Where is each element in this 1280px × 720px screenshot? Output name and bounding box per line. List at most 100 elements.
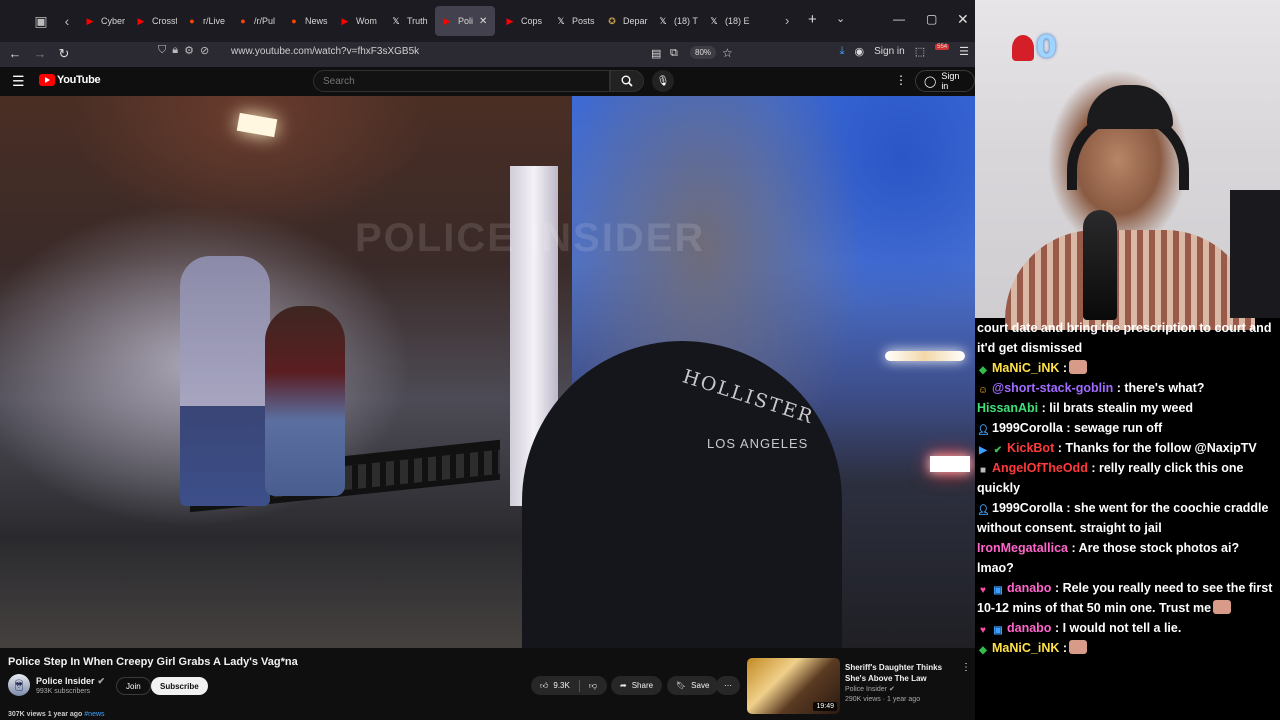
zoom-level[interactable]: 80% [690,46,717,59]
chat-message: ♥ ▣ danabo : Rele you really need to see t… [977,578,1278,618]
reddit-icon: ● [189,16,195,26]
subscribe-button[interactable]: Subscribe [151,677,208,695]
browser-tab[interactable]: ● r/Live [180,6,228,36]
list-tabs-icon[interactable]: ⌄ [836,12,845,25]
browser-signin[interactable]: Sign in [874,46,905,57]
youtube-header: ☰ YouTube 🎙︎ ⋮ ◯ Sign in [0,67,975,96]
scroll-tabs-left-icon[interactable]: ‹ [56,10,78,32]
tab-label: /r/Pul [254,16,276,26]
tab-label: Cops [521,16,543,26]
browser-tab[interactable]: ▶ Wom [333,6,381,36]
menu-icon[interactable]: ☰ [959,45,969,58]
chat-text: : lil brats stealin my weed [1041,401,1194,415]
chat-username[interactable]: KickBot [1007,441,1054,455]
reddit-icon: ● [240,16,246,26]
video-watermark: POLICE INSIDER [355,216,706,260]
share-button[interactable]: ➦ Share [611,676,663,695]
channel-name[interactable]: Police Insider ✔ [36,676,105,687]
video-player[interactable]: HOLLISTER LOS ANGELES POLICE INSIDER [0,96,975,648]
views-text: 307K views 1 year ago [8,711,83,718]
lock-icon[interactable]: 🔒︎ [172,44,178,57]
chat-username[interactable]: MaNiC_iNK [992,361,1059,375]
youtube-icon: ▶ [506,15,514,26]
recommended-channel[interactable]: Police Insider ✔ [845,685,895,693]
more-actions-button[interactable]: ⋯ [716,676,740,695]
hashtag-link[interactable]: #news [84,711,104,718]
chat-username[interactable]: 1999Corolla [992,501,1063,515]
youtube-logo[interactable]: YouTube [39,74,101,86]
download-icon[interactable]: ⤓ [840,45,845,58]
guide-menu-icon[interactable]: ☰ [12,73,25,90]
browser-tab[interactable]: ● /r/Pul [231,6,279,36]
voice-search-button[interactable]: 🎙︎ [652,70,674,92]
recommended-menu-icon[interactable]: ⋮ [961,662,971,673]
permissions-icon[interactable]: ⚙︎ [184,44,194,57]
close-window-icon[interactable]: ✕ [957,11,969,28]
url-field[interactable]: www.youtube.com/watch?v=fhxF3sXGB5k [231,46,419,57]
browser-tab[interactable]: ▶ Poli ✕ [435,6,495,36]
heart-icon: ♥ [980,625,986,636]
youtube-signin-button[interactable]: ◯ Sign in [915,70,975,92]
signin-label: Sign in [941,71,960,91]
chat-message: ■ AngelOfTheOdd : relly really click this… [977,458,1278,498]
recommended-duration: 19:49 [813,702,837,711]
minimize-icon[interactable]: — [893,12,905,26]
browser-tab[interactable]: ✪ Depar [600,6,648,36]
chat-username[interactable]: IronMegatallica [977,541,1068,555]
reader-view-icon[interactable]: ▤ [651,47,661,60]
search-box [313,70,610,92]
like-dislike-group: 👍︎ 9.3K 👎︎ [531,676,607,695]
tab-label: Wom [356,16,377,26]
reload-icon[interactable]: ↻ [52,46,76,62]
chat-username[interactable]: danabo [1007,621,1051,635]
viewer-counter: 0 [1012,30,1057,65]
maximize-icon[interactable]: ▢ [926,12,937,26]
chat-username[interactable]: AngelOfTheOdd [992,461,1088,475]
chat-username[interactable]: 1999Corolla [992,421,1063,435]
browser-tab[interactable]: 𝕏 (18) E [702,6,750,36]
chat-username[interactable]: HissanAbi [977,401,1038,415]
forward-icon[interactable]: → [28,46,52,61]
back-icon[interactable]: ← [3,46,27,61]
browser-tab[interactable]: 𝕏 Truth [384,6,432,36]
shield-icon[interactable]: ⛉ [158,44,166,57]
pip-icon[interactable]: ⧉ [670,47,678,60]
browser-tab[interactable]: ▶ Cops [498,6,546,36]
channel-avatar[interactable]: 👮︎ [8,674,30,696]
scroll-tabs-right-icon[interactable]: › [785,13,789,28]
subscriber-count: 993K subscribers [36,688,91,695]
tab-label: News [305,16,328,26]
search-input[interactable] [314,71,609,92]
youtube-icon: ▶ [86,15,94,26]
camera-blocked-icon[interactable]: ⊘ [200,44,209,57]
recommended-title[interactable]: Sheriff's Daughter Thinks She's Above Th… [845,662,960,684]
new-tab-icon[interactable]: + [808,11,817,28]
tab-label: Crossf [152,16,177,26]
browser-tab[interactable]: ● News [282,6,330,36]
url-security-icons: ⛉ 🔒︎ ⚙︎ ⊘ [158,44,209,57]
chat-username[interactable]: @short-stack-goblin [992,381,1113,395]
recommended-thumbnail[interactable]: 19:49 [747,658,840,714]
browser-tab[interactable]: ▶ Crossf [129,6,177,36]
browser-tab[interactable]: 𝕏 (18) T [651,6,699,36]
browser-tab[interactable]: ▶ Cyber [78,6,126,36]
recommended-meta: 290K views · 1 year ago [845,696,921,703]
save-button[interactable]: 🔖︎ Save [667,676,719,695]
settings-kebab-icon[interactable]: ⋮ [895,73,907,87]
chat-username[interactable]: MaNiC_iNK [992,641,1059,655]
bookmark-star-icon[interactable]: ☆ [722,46,733,60]
like-icon[interactable]: 👍︎ [540,681,548,691]
close-tab-icon[interactable]: ✕ [479,16,487,27]
extensions-icon[interactable]: ⬚ [915,45,925,58]
search-button[interactable] [610,70,644,92]
account-icon[interactable]: ◉ [855,45,865,58]
browser-tab[interactable]: 𝕏 Posts [549,6,597,36]
diamond-icon: ◆ [979,365,987,376]
more-icon: ⋯ [724,681,732,690]
like-count[interactable]: 9.3K [553,681,569,690]
chat-username[interactable]: danabo [1007,581,1051,595]
extension-badge[interactable]: 554 [935,43,950,50]
join-button[interactable]: Join [116,677,151,695]
dislike-icon[interactable]: 👎︎ [589,681,597,691]
tab-overview-icon[interactable]: ▣ [30,10,52,32]
